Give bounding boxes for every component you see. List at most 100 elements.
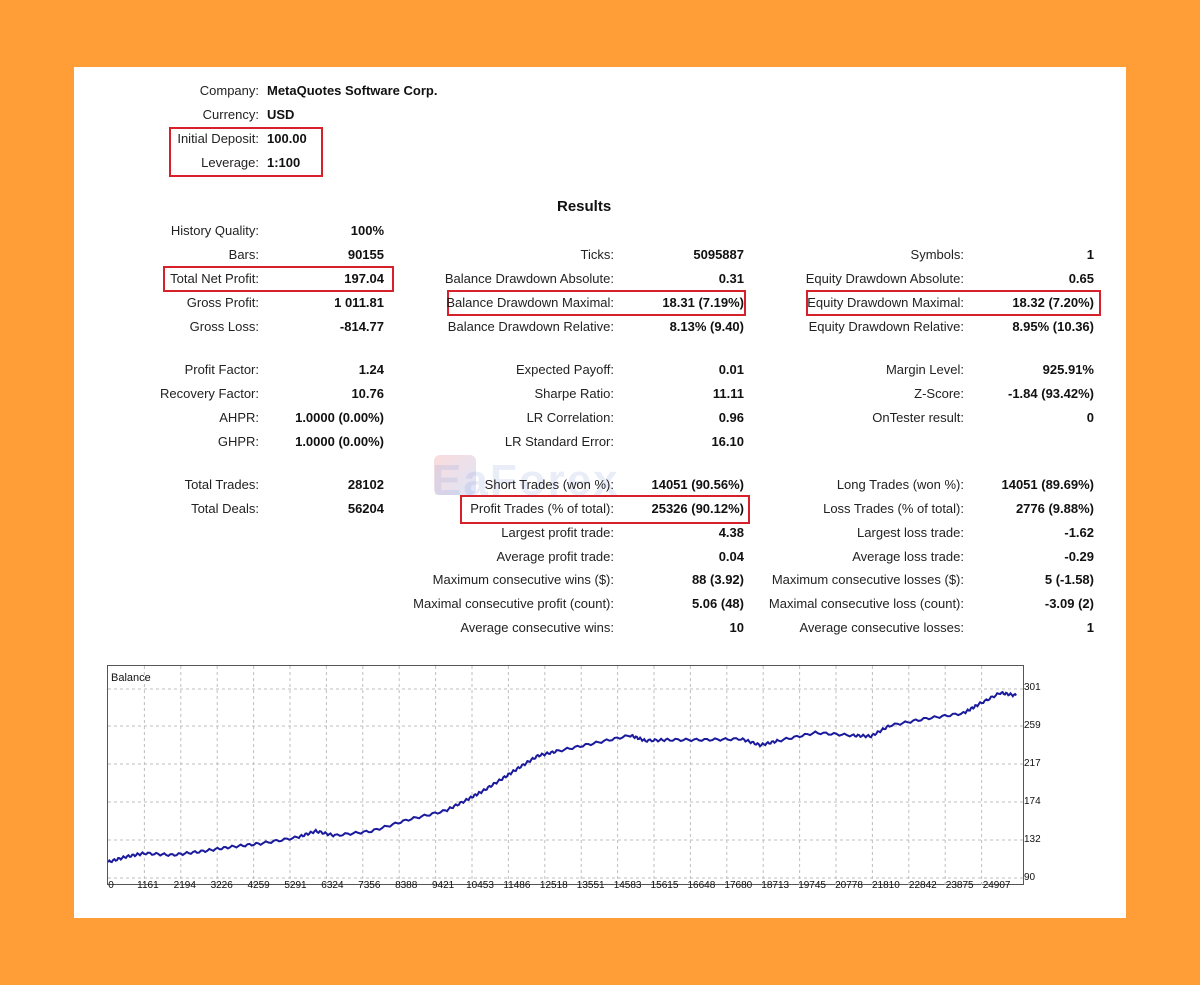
col3-label: Loss Trades (% of total): — [823, 501, 964, 516]
col2-value: 5.06 (48) — [691, 596, 744, 611]
x-tick-label: 21810 — [871, 880, 900, 891]
deposit-leverage-highlight — [169, 127, 323, 177]
col3-label: Symbols: — [910, 247, 964, 262]
col3-value: 0 — [1086, 410, 1094, 425]
x-tick-label: 5291 — [284, 880, 307, 891]
col2-label: Largest profit trade: — [501, 525, 614, 540]
col2-value: 18.31 (7.19%) — [662, 295, 744, 310]
col1-label: History Quality: — [170, 223, 259, 238]
col3-label: OnTester result: — [872, 410, 964, 425]
x-tick-label: 6324 — [321, 880, 344, 891]
col2-label: Expected Payoff: — [515, 362, 614, 377]
col3-label: Largest loss trade: — [857, 525, 964, 540]
x-tick-label: 1161 — [137, 880, 159, 891]
col1-value: 90155 — [347, 247, 384, 262]
x-tick-label: 13551 — [576, 880, 605, 891]
x-tick-label: 22842 — [908, 880, 937, 891]
col3-label: Average loss trade: — [852, 549, 964, 564]
col1-label: Recovery Factor: — [160, 386, 259, 401]
col2-label: LR Correlation: — [526, 410, 614, 425]
x-tick-label: 18713 — [761, 880, 790, 891]
col2-value: 0.04 — [718, 549, 744, 564]
col2-label: Balance Drawdown Relative: — [447, 319, 614, 334]
col3-value: 18.32 (7.20%) — [1012, 295, 1094, 310]
col1-label: Gross Loss: — [189, 319, 259, 334]
col2-label: LR Standard Error: — [504, 434, 614, 449]
col1-value: 10.76 — [351, 386, 384, 401]
col2-value: 88 (3.92) — [691, 572, 744, 587]
x-tick-label: 10453 — [466, 880, 494, 891]
col1-label: Total Net Profit: — [170, 271, 259, 286]
watermark-logo — [434, 455, 476, 495]
col3-label: Maximal consecutive loss (count): — [768, 596, 964, 611]
col1-label: Profit Factor: — [184, 362, 259, 377]
col2-label: Ticks: — [580, 247, 614, 262]
x-tick-label: 11486 — [503, 880, 531, 891]
company-value: MetaQuotes Software Corp. — [267, 83, 438, 98]
x-tick-label: 23875 — [945, 880, 974, 891]
y-tick-label: 259 — [1024, 720, 1041, 731]
x-tick-label: 12518 — [539, 880, 568, 891]
col1-value: -814.77 — [339, 319, 384, 334]
currency-label: Currency: — [202, 107, 259, 122]
col3-value: 2776 (9.88%) — [1015, 501, 1094, 516]
y-tick-label: 90 — [1024, 872, 1036, 883]
col1-label: GHPR: — [217, 434, 259, 449]
x-tick-label: 20778 — [835, 880, 863, 891]
col1-value: 100% — [350, 223, 384, 238]
col2-label: Short Trades (won %): — [484, 477, 614, 492]
col2-value: 11.11 — [712, 386, 744, 401]
col1-label: Total Deals: — [191, 501, 259, 516]
col3-value: 925.91% — [1042, 362, 1094, 377]
col1-label: Bars: — [228, 247, 259, 262]
y-tick-label: 174 — [1024, 796, 1041, 807]
x-tick-label: 16648 — [687, 880, 716, 891]
col2-label: Profit Trades (% of total): — [470, 501, 614, 516]
report-page: Company: MetaQuotes Software Corp. Curre… — [74, 67, 1126, 918]
results-title: Results — [557, 198, 612, 215]
y-tick-label: 217 — [1024, 758, 1041, 769]
balance-chart — [107, 665, 1025, 886]
col3-value: 1 — [1086, 247, 1094, 262]
col3-value: 1 — [1086, 620, 1094, 635]
x-tick-label: 4259 — [247, 880, 270, 891]
col2-value: 16.10 — [711, 434, 744, 449]
col3-value: -1.84 (93.42%) — [1008, 386, 1094, 401]
col3-label: Average consecutive losses: — [799, 620, 964, 635]
col3-label: Equity Drawdown Absolute: — [805, 271, 964, 286]
col1-label: AHPR: — [219, 410, 259, 425]
x-tick-label: 8388 — [395, 880, 418, 891]
col3-label: Long Trades (won %): — [836, 477, 964, 492]
col1-value: 1.0000 (0.00%) — [295, 410, 384, 425]
col3-value: -3.09 (2) — [1044, 596, 1094, 611]
col3-value: 8.95% (10.36) — [1012, 319, 1094, 334]
col2-label: Balance Drawdown Maximal: — [446, 295, 614, 310]
col2-value: 25326 (90.12%) — [651, 501, 744, 516]
col3-value: 14051 (89.69%) — [1001, 477, 1094, 492]
col3-label: Equity Drawdown Relative: — [808, 319, 964, 334]
col2-value: 4.38 — [718, 525, 744, 540]
chart-title: Balance — [111, 672, 151, 684]
x-tick-label: 17680 — [724, 880, 753, 891]
balance-line — [107, 690, 1017, 864]
col1-label: Total Trades: — [184, 477, 259, 492]
col1-value: 56204 — [347, 501, 384, 516]
x-tick-label: 7356 — [358, 880, 381, 891]
col2-value: 0.01 — [718, 362, 744, 377]
x-tick-label: 2194 — [173, 880, 196, 891]
col2-label: Maximal consecutive profit (count): — [413, 596, 614, 611]
balance-chart-svg — [107, 666, 1025, 886]
company-label: Company: — [199, 83, 259, 98]
col1-value: 1.24 — [358, 362, 384, 377]
col1-value: 197.04 — [344, 271, 384, 286]
x-tick-label: 9421 — [431, 880, 455, 891]
col1-value: 1 011.81 — [334, 295, 384, 310]
col1-label: Gross Profit: — [186, 295, 259, 310]
y-tick-label: 132 — [1024, 834, 1041, 845]
col3-value: -0.29 — [1064, 549, 1094, 564]
col2-value: 5095887 — [693, 247, 744, 262]
col2-value: 14051 (90.56%) — [651, 477, 744, 492]
col1-value: 28102 — [347, 477, 384, 492]
col2-label: Balance Drawdown Absolute: — [444, 271, 614, 286]
col3-label: Margin Level: — [885, 362, 964, 377]
